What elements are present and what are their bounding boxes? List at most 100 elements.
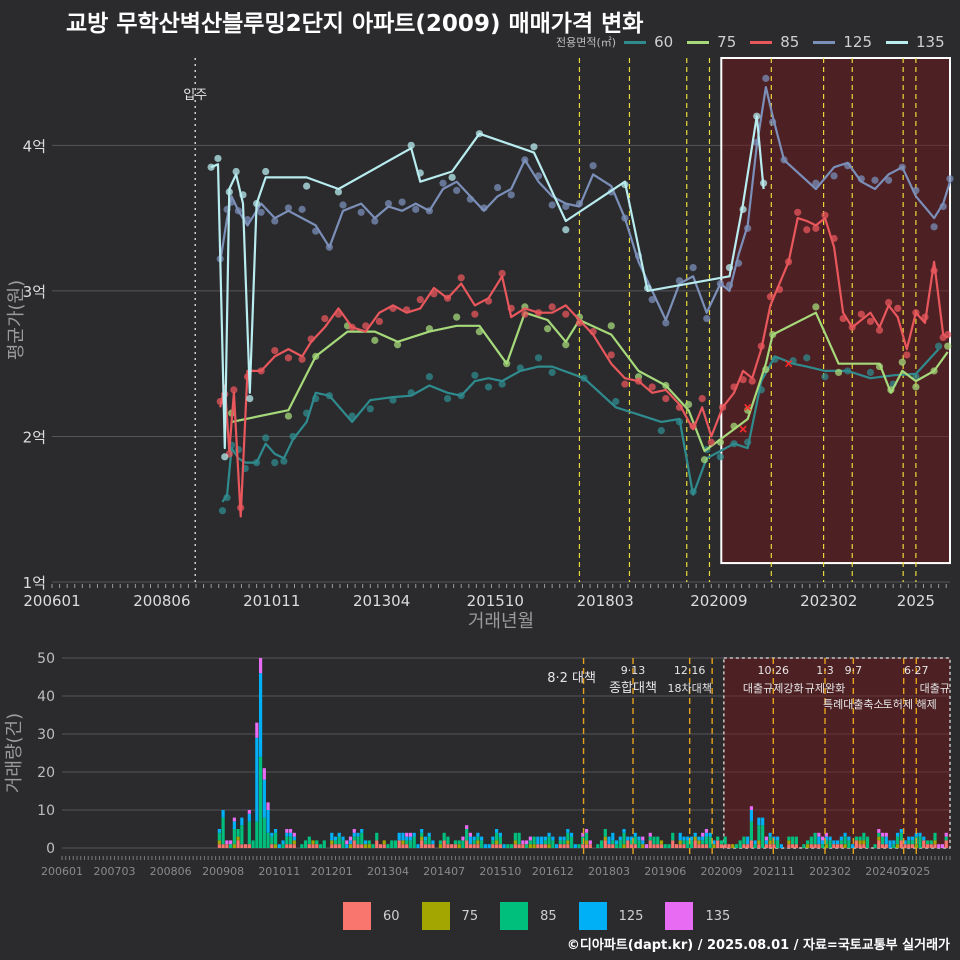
bar-segment-60 <box>588 844 592 848</box>
bar-segment-75 <box>457 844 461 848</box>
bar-segment-135 <box>292 832 296 837</box>
bar-segment-60 <box>787 844 791 848</box>
series-85-point <box>707 438 715 446</box>
bar-segment-75 <box>566 840 570 845</box>
bar-segment-85 <box>442 832 446 841</box>
bar-segment-85 <box>498 836 502 845</box>
bar-segment-135 <box>877 829 881 833</box>
legend-line-75 <box>687 40 710 44</box>
bar-segment-85 <box>716 836 720 841</box>
bar-segment-60 <box>682 844 686 848</box>
series-75-point <box>607 322 615 330</box>
bar-y-tick-label: 50 <box>37 651 55 667</box>
series-60-point <box>271 459 279 467</box>
bar-segment-85 <box>375 832 379 841</box>
bar-segment-135 <box>648 832 652 837</box>
bar-segment-75 <box>768 840 772 845</box>
bar-segment-125 <box>221 810 225 818</box>
bar-legend-item-75: 75 <box>421 902 478 930</box>
bar-segment-85 <box>303 840 308 848</box>
bar-x-tick-label: 200703 <box>93 865 135 878</box>
bar-legend-swatch-75 <box>421 902 450 930</box>
bar-segment-125 <box>779 844 783 848</box>
series-85-point <box>903 351 911 359</box>
bar-segment-85 <box>525 844 529 848</box>
bar-segment-60 <box>727 844 731 848</box>
series-85-point <box>803 226 811 234</box>
bar-segment-85 <box>491 840 495 845</box>
series-135-point <box>214 154 222 163</box>
series-85-point <box>457 274 465 282</box>
bar-segment-60 <box>540 844 544 848</box>
legend-item-60: 60 <box>624 33 673 51</box>
bar-segment-75 <box>731 844 735 848</box>
bar-segment-125 <box>345 844 349 848</box>
bar-segment-85 <box>794 836 798 845</box>
bar-segment-85 <box>895 836 900 845</box>
bar-segment-125 <box>892 840 896 845</box>
bar-legend-label-60: 60 <box>383 908 400 924</box>
bar-x-tick-label: 202302 <box>809 865 851 878</box>
bar-x-tick-label: 200908 <box>202 865 244 878</box>
bar-segment-60 <box>678 844 682 848</box>
bar-segment-125 <box>554 844 559 848</box>
legend-title: 전용면적(㎡) <box>556 36 617 49</box>
bar-segment-85 <box>708 836 712 848</box>
bar-segment-60 <box>423 844 428 848</box>
bar-segment-75 <box>712 844 716 848</box>
bar-segment-60 <box>611 844 615 848</box>
bar-segment-60 <box>356 844 360 848</box>
bar-segment-125 <box>360 829 364 833</box>
bar-segment-85 <box>663 844 667 848</box>
bar-segment-60 <box>315 844 319 848</box>
bar-segment-125 <box>337 832 341 837</box>
policy-label: 대출규 <box>920 682 950 695</box>
bar-segment-125 <box>761 817 765 826</box>
policy-date: 1·3 <box>816 664 834 677</box>
bar-segment-85 <box>686 840 690 848</box>
x-tick-label: 201510 <box>467 592 524 610</box>
bar-segment-75 <box>806 844 810 848</box>
bar-segment-85 <box>393 840 398 848</box>
legend-line-60 <box>624 40 647 44</box>
bar-segment-60 <box>244 844 248 848</box>
policy-date: 9·13 <box>621 664 646 677</box>
bar-segment-85 <box>652 836 656 845</box>
bar-segment-125 <box>918 832 922 837</box>
bar-x-tick-label: 2025 <box>902 865 930 878</box>
bar-segment-60 <box>929 844 933 848</box>
bar-segment-60 <box>446 844 450 848</box>
bar-segment-60 <box>225 844 229 848</box>
bar-segment-135 <box>255 722 259 738</box>
bar-segment-85 <box>704 836 709 845</box>
legend-item-135: 135 <box>886 33 945 51</box>
y-tick-label: 1억 <box>23 574 46 592</box>
bar-segment-125 <box>776 836 780 841</box>
bar-y-tick-label: 0 <box>46 841 55 857</box>
bar-segment-75 <box>330 840 334 845</box>
bar-segment-125 <box>697 836 701 841</box>
bar-segment-60 <box>292 844 296 848</box>
bar-segment-60 <box>809 844 813 848</box>
bar-segment-85 <box>229 844 233 848</box>
bar-segment-85 <box>232 829 236 845</box>
bar-x-tick-label: 200601 <box>41 865 83 878</box>
bar-segment-135 <box>285 829 289 833</box>
bar-segment-85 <box>839 840 843 845</box>
bar-segment-125 <box>495 829 499 833</box>
bar-segment-85 <box>476 836 480 841</box>
bar-segment-85 <box>787 836 791 841</box>
bar-x-tick-label: 202009 <box>700 865 742 878</box>
bar-segment-60 <box>236 840 240 848</box>
bar-segment-125 <box>472 836 476 841</box>
bar-segment-85 <box>865 836 870 848</box>
bar-segment-135 <box>528 836 532 841</box>
bar-segment-85 <box>412 836 416 848</box>
bar-segment-60 <box>880 844 885 848</box>
bar-segment-125 <box>356 832 360 837</box>
bar-segment-75 <box>401 840 405 845</box>
bar-segment-85 <box>757 825 761 841</box>
bar-segment-75 <box>367 844 371 848</box>
bar-segment-75 <box>273 844 278 848</box>
bar-segment-125 <box>566 829 570 833</box>
